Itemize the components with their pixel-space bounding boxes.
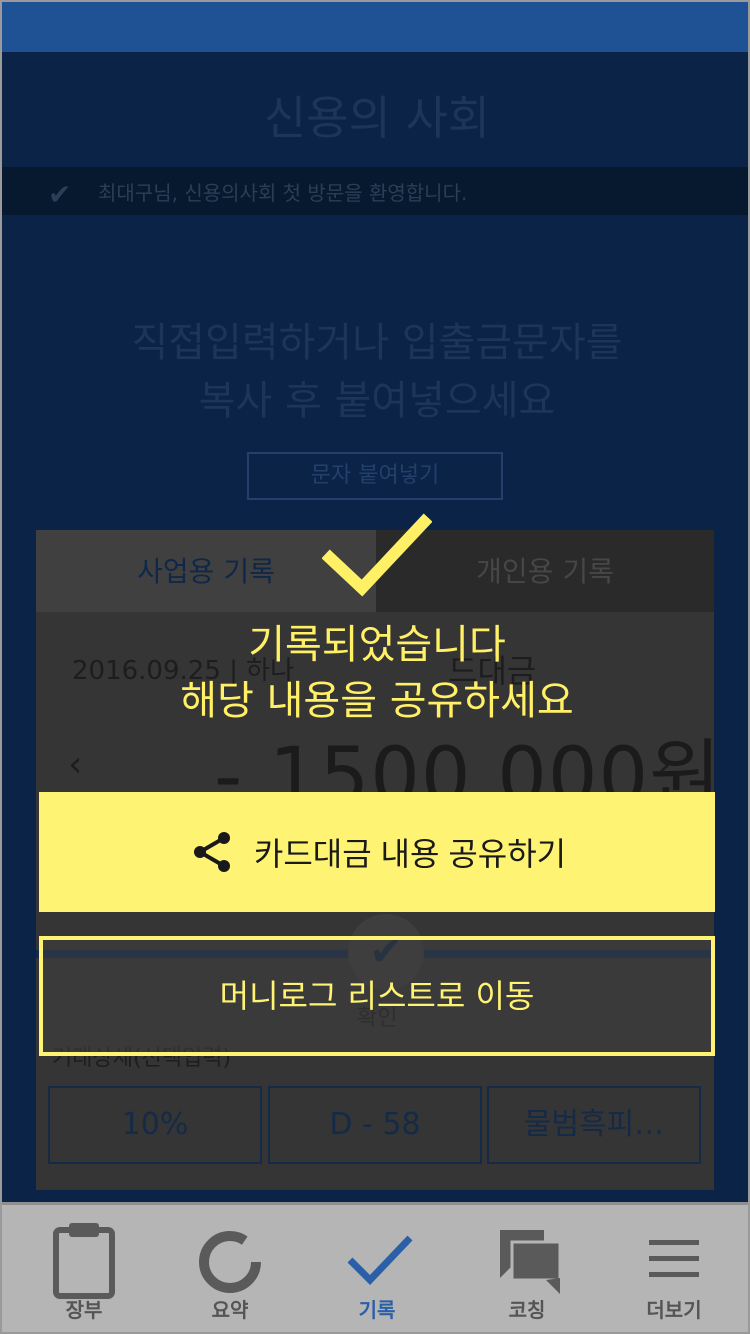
tab-coaching-label: 코칭 <box>508 1298 546 1322</box>
share-icon <box>193 832 230 872</box>
tab-ledger[interactable]: 장부 <box>9 1202 159 1332</box>
modal-message-line-1: 기록되었습니다 <box>248 622 506 668</box>
success-check-icon <box>322 513 432 597</box>
tab-summary[interactable]: 요약 <box>155 1202 305 1332</box>
clipboard-icon <box>53 1223 115 1299</box>
donut-icon <box>199 1231 261 1293</box>
menu-icon <box>649 1240 699 1277</box>
tab-coaching[interactable]: 코칭 <box>452 1202 602 1332</box>
chat-icon <box>500 1230 562 1294</box>
modal-message-line-2: 해당 내용을 공유하세요 <box>180 678 574 724</box>
modal-message: 기록되었습니다 해당 내용을 공유하세요 <box>2 617 748 729</box>
share-modal: 기록되었습니다 해당 내용을 공유하세요 카드대금 내용 공유하기 머니로그 리… <box>2 2 748 1202</box>
go-to-moneylog-button[interactable]: 머니로그 리스트로 이동 <box>39 936 715 1056</box>
tab-record[interactable]: 기록 <box>302 1202 452 1332</box>
tab-summary-label: 요약 <box>211 1298 249 1322</box>
tab-record-label: 기록 <box>358 1298 396 1322</box>
share-button[interactable]: 카드대금 내용 공유하기 <box>39 792 715 912</box>
app-frame: 신용의 사회 ✔ 최대구님, 신용의사회 첫 방문을 환영합니다. 직접입력하거… <box>0 0 750 1334</box>
share-button-label: 카드대금 내용 공유하기 <box>253 836 567 872</box>
tab-ledger-label: 장부 <box>65 1298 103 1322</box>
tab-more[interactable]: 더보기 <box>599 1202 748 1332</box>
checkmark-icon <box>347 1235 413 1286</box>
tab-more-label: 더보기 <box>646 1298 702 1322</box>
